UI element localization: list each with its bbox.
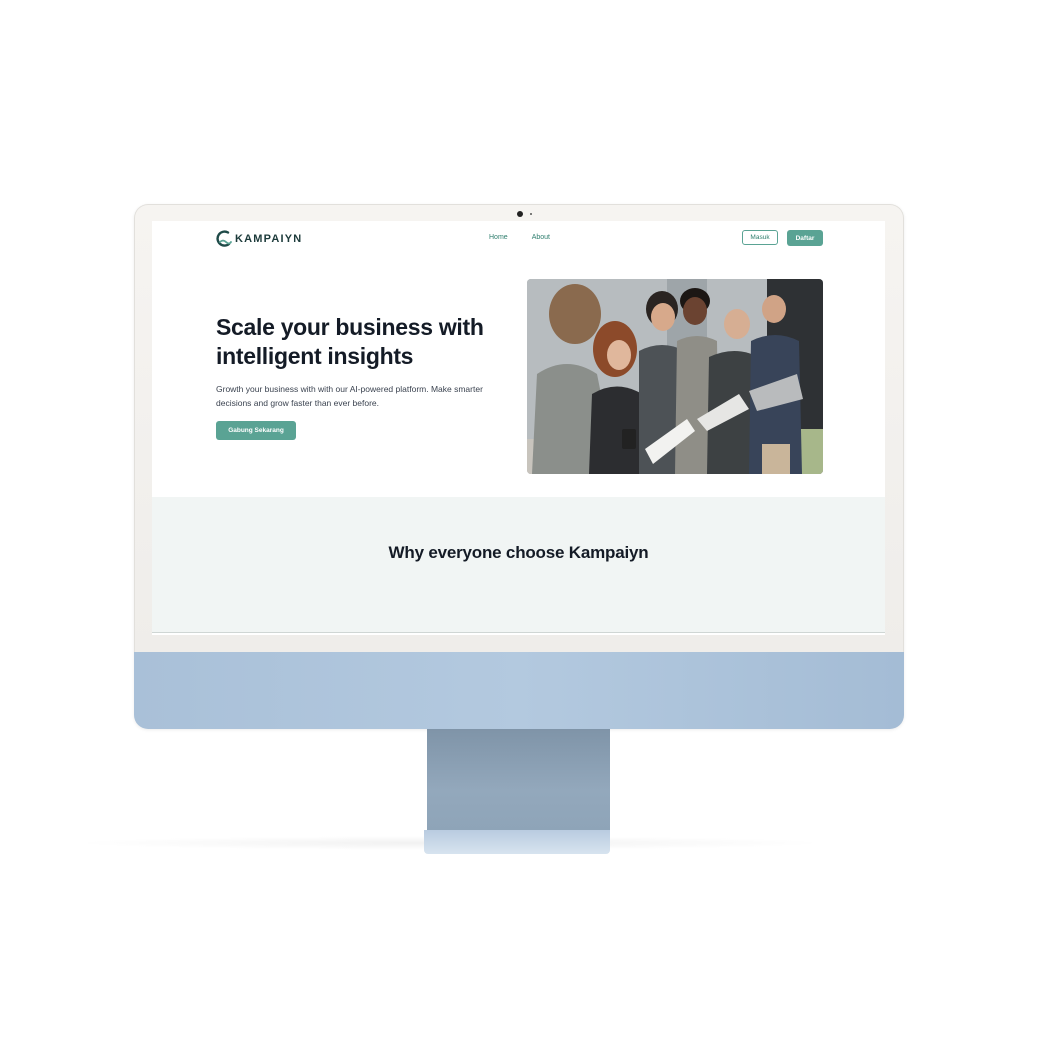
monitor-stand-base (424, 830, 610, 854)
navbar: KAMPAIYN Home About Masuk Daftar (152, 221, 885, 261)
screen: KAMPAIYN Home About Masuk Daftar Scale y… (152, 221, 885, 635)
monitor: KAMPAIYN Home About Masuk Daftar Scale y… (134, 204, 904, 729)
why-title: Why everyone choose Kampaiyn (388, 543, 649, 562)
brand-name: KAMPAIYN (235, 233, 303, 245)
hero-title: Scale your business with intelligent ins… (216, 314, 484, 369)
nav-links: Home About (489, 234, 550, 241)
login-button[interactable]: Masuk (742, 230, 778, 245)
sensor-icon (530, 213, 532, 215)
monitor-stand (427, 729, 610, 832)
join-now-button[interactable]: Gabung Sekarang (216, 421, 296, 440)
why-section: Why everyone choose Kampaiyn (152, 497, 885, 633)
monitor-chin (134, 652, 904, 729)
crescent-wave-icon (216, 230, 232, 247)
nav-link-about[interactable]: About (532, 234, 550, 241)
team-meeting-photo (527, 279, 823, 474)
nav-link-home[interactable]: Home (489, 234, 508, 241)
brand-logo[interactable]: KAMPAIYN (216, 229, 302, 249)
register-button[interactable]: Daftar (787, 230, 823, 246)
camera-icon (517, 211, 523, 217)
hero-description: Growth your business with with our AI-po… (216, 384, 483, 408)
